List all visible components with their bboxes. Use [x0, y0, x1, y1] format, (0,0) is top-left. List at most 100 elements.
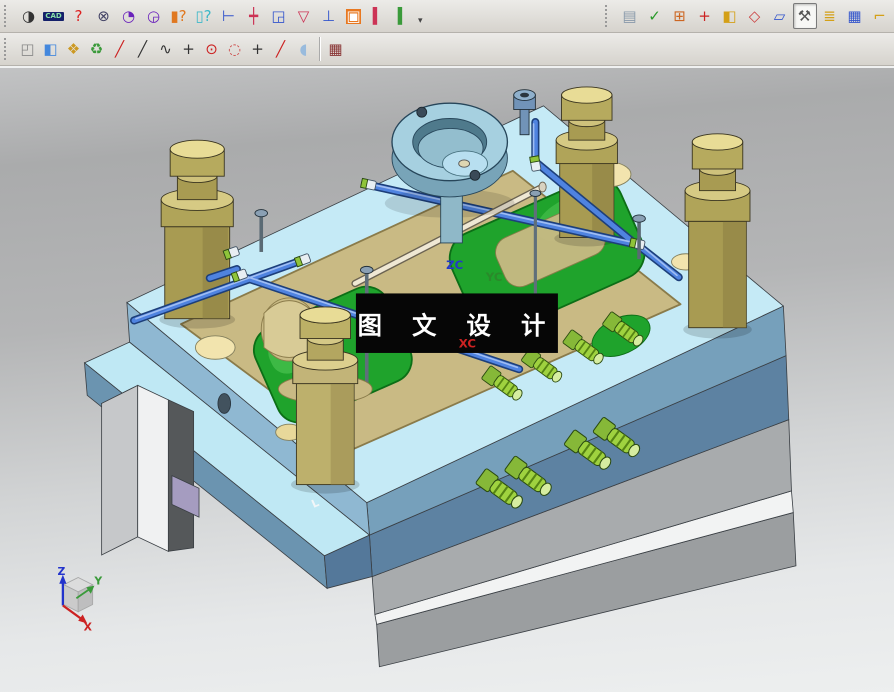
circle-center-icon: ⊙ — [205, 39, 218, 58]
view-triad[interactable]: Z Y X — [57, 565, 102, 634]
slide-lifter-button[interactable]: ⊢ — [217, 3, 241, 29]
face-tool-button[interactable]: ◖ — [293, 36, 315, 62]
cad-init-button[interactable]: CAD — [42, 3, 66, 29]
cross-hair-button[interactable]: + — [247, 36, 269, 62]
circle-points-icon: ◌ — [227, 39, 242, 58]
wcs-label-yc: YC — [485, 270, 503, 284]
triad-x-label: X — [84, 621, 93, 634]
standard-part-icon: ▮? — [170, 6, 187, 25]
triad-y-label: Y — [93, 575, 102, 588]
mold-csys-button[interactable]: ⊗ — [92, 3, 116, 29]
workpiece-icon: ◶ — [146, 6, 161, 25]
mold-layout-icon: ⊞ — [673, 6, 686, 25]
pocket-pattern-icon: ❖ — [66, 39, 81, 58]
toolbar-drag-handle[interactable] — [4, 38, 12, 60]
runner-design-button[interactable]: ⊥ — [317, 3, 341, 29]
shrinkage-icon: ◔ — [121, 6, 136, 25]
ring-screw — [416, 106, 428, 118]
wcs-triad-icon: + — [698, 6, 711, 25]
ejector-pin-button[interactable]: ▯? — [192, 3, 216, 29]
view-manager-button[interactable]: ▦ — [843, 3, 867, 29]
face-tool-icon: ◖ — [299, 39, 308, 58]
wcs-triad-button[interactable]: + — [693, 3, 717, 29]
cad-init-icon: CAD — [43, 11, 64, 21]
ring-screw — [469, 169, 481, 181]
toolbar-group-curves: ◰ ◧ ❖ ♻ ╱ ╱ ∿ + ⊙ ◌ + ╱ ◖ — [2, 33, 315, 65]
triad-z-label: Z — [57, 565, 65, 578]
mold-wizard-button[interactable]: ◑ — [17, 3, 41, 29]
wcs-label-zc: ZC — [446, 258, 463, 272]
corner-piece-button[interactable]: ◲ — [267, 3, 291, 29]
bounded-box-button[interactable]: ◧ — [40, 36, 62, 62]
unload-tool-icon: ⌐ — [873, 6, 886, 25]
pin-red-button[interactable]: ▍ — [367, 3, 391, 29]
toolbar-group-mold-wizard: ◑ CAD? ⊗ ◔ ◶ ▮? ▯? ⊢ ┿ ◲ ▽ ⊥ ▣ ▍ ▍ — [2, 0, 416, 32]
workpiece-button[interactable]: ◶ — [142, 3, 166, 29]
workpiece-box-button[interactable]: ◧ — [718, 3, 742, 29]
design-part-icon: ? — [74, 6, 83, 25]
validate-icon: ✓ — [648, 6, 661, 25]
reuse-library-button[interactable]: ♻ — [86, 36, 108, 62]
pin-red-icon: ▍ — [372, 6, 385, 25]
mold-cool-button[interactable]: ▣ — [342, 3, 366, 29]
validate-button[interactable]: ✓ — [643, 3, 667, 29]
mold-stack-icon: ≣ — [823, 6, 836, 25]
spline-tool-button[interactable]: ∿ — [155, 36, 177, 62]
circle-points-button[interactable]: ◌ — [224, 36, 246, 62]
standard-part-button[interactable]: ▮? — [167, 3, 191, 29]
view-manager-icon: ▦ — [847, 6, 862, 25]
viewport-3d[interactable]: L 图 文 设 计 XC ZC YC Z Y X — [0, 66, 894, 692]
mold-tools-icon: ⚒ — [797, 6, 812, 25]
unload-tool-button[interactable]: ⌐ — [868, 3, 892, 29]
cavity-surface-icon: ◇ — [748, 6, 761, 25]
extruded-solid-button[interactable]: ◰ — [17, 36, 39, 62]
grid-editor-icon: ▦ — [328, 39, 343, 58]
clamp-bracket — [100, 384, 200, 556]
parting-tool-button[interactable]: ▱ — [768, 3, 792, 29]
reuse-library-icon: ♻ — [89, 39, 104, 58]
toolbar-overflow-arrow[interactable]: ▾ — [418, 15, 423, 26]
toolbar-separator — [319, 37, 320, 61]
toolbar-drag-handle[interactable] — [4, 5, 12, 27]
insert-pin-icon: ┿ — [248, 6, 259, 25]
toolbar-group-mold-tools: ▤ ✓ ⊞ + ◧ ◇ ▱ ⚒ ≣ ▦ ⌐ — [603, 0, 892, 32]
gate-design-icon: ▽ — [297, 6, 310, 25]
workpiece-box-icon: ◧ — [722, 6, 737, 25]
cad-application-window: ◑ CAD? ⊗ ◔ ◶ ▮? ▯? ⊢ ┿ ◲ ▽ ⊥ ▣ ▍ ▍ ▾ ▤ ✓ ⊞ + ◧ ◇ ▱ ⚒ ≣ ▦ ⌐ ◰ ◧ ❖ ♻ ╱… — [0, 0, 894, 692]
pin-green-button[interactable]: ▍ — [392, 3, 416, 29]
mold-csys-icon: ⊗ — [97, 6, 110, 25]
line-tool-2-icon: ╱ — [137, 39, 148, 58]
line-tool-2-button[interactable]: ╱ — [132, 36, 154, 62]
guide-pillar-right — [683, 133, 752, 339]
mold-tools-button[interactable]: ⚒ — [792, 3, 817, 29]
watermark-banner: 图 文 设 计 XC — [355, 293, 558, 353]
runner-design-icon: ⊥ — [321, 6, 336, 25]
new-part-button[interactable]: ▤ — [618, 3, 642, 29]
mold-wizard-icon: ◑ — [21, 6, 36, 25]
circle-center-button[interactable]: ⊙ — [201, 36, 223, 62]
cavity-surface-button[interactable]: ◇ — [743, 3, 767, 29]
mold-model-canvas: L 图 文 设 计 XC ZC YC Z Y X — [57, 86, 797, 668]
new-part-icon: ▤ — [622, 6, 637, 25]
pin-green-icon: ▍ — [397, 6, 410, 25]
toolbar-curve-tools: ◰ ◧ ❖ ♻ ╱ ╱ ∿ + ⊙ ◌ + ╱ ◖ ▦ — [0, 33, 894, 66]
ejector-pin-icon: ▯? — [195, 6, 212, 25]
gate-design-button[interactable]: ▽ — [292, 3, 316, 29]
line-point-icon: ╱ — [275, 39, 286, 58]
mold-stack-button[interactable]: ≣ — [818, 3, 842, 29]
mold-layout-button[interactable]: ⊞ — [668, 3, 692, 29]
line-tool-icon: ╱ — [114, 39, 125, 58]
grid-editor-button[interactable]: ▦ — [325, 36, 347, 62]
design-part-button[interactable]: ? — [67, 3, 91, 29]
point-tool-icon: + — [182, 39, 195, 58]
toolbar-mold-wizard: ◑ CAD? ⊗ ◔ ◶ ▮? ▯? ⊢ ┿ ◲ ▽ ⊥ ▣ ▍ ▍ ▾ ▤ ✓ ⊞ + ◧ ◇ ▱ ⚒ ≣ ▦ ⌐ — [0, 0, 894, 33]
slide-lifter-icon: ⊢ — [221, 6, 236, 25]
cross-hair-icon: + — [251, 39, 264, 58]
shrinkage-button[interactable]: ◔ — [117, 3, 141, 29]
pocket-pattern-button[interactable]: ❖ — [63, 36, 85, 62]
insert-pin-button[interactable]: ┿ — [242, 3, 266, 29]
line-tool-button[interactable]: ╱ — [109, 36, 131, 62]
toolbar-drag-handle[interactable] — [605, 5, 613, 27]
line-point-button[interactable]: ╱ — [270, 36, 292, 62]
point-tool-button[interactable]: + — [178, 36, 200, 62]
